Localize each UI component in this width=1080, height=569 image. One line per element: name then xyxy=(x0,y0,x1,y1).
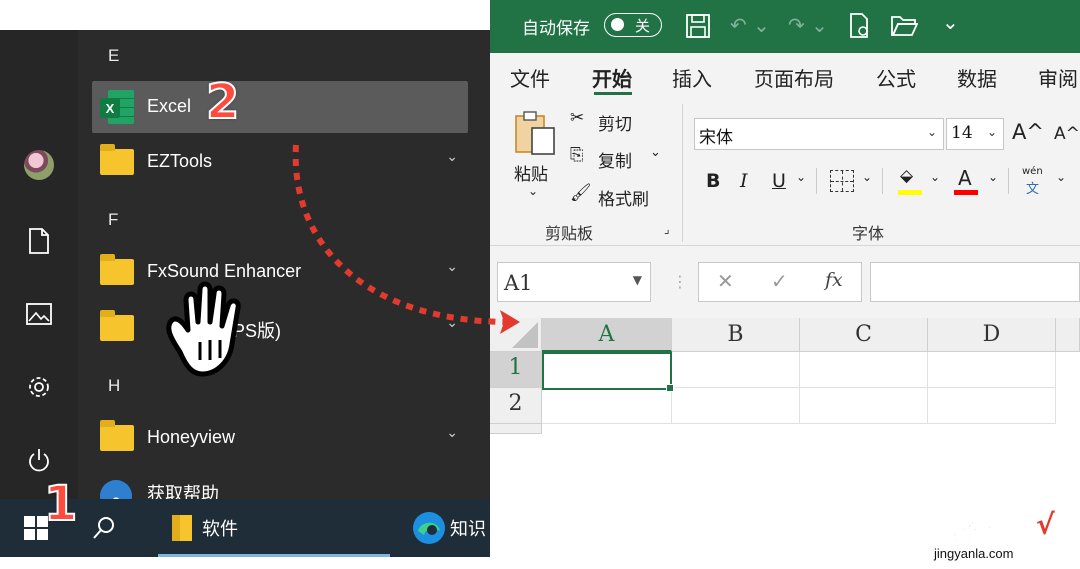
watermark-check: √ xyxy=(1036,508,1055,541)
screenshot-canvas: E X Excel EZTools ⌄ F FxSound Enhancer ⌄… xyxy=(0,0,1080,569)
watermark: 经验啦 √ jingyanla.com xyxy=(928,508,1078,568)
hand-cursor-icon xyxy=(166,281,241,377)
step-2-marker: 2 xyxy=(205,73,240,131)
watermark-url: jingyanla.com xyxy=(934,546,1014,561)
annotation-overlay xyxy=(166,144,520,377)
watermark-title: 经验啦 xyxy=(951,518,1031,549)
dotted-arrow-path xyxy=(292,144,506,325)
step-1-marker: 1 xyxy=(43,475,78,533)
